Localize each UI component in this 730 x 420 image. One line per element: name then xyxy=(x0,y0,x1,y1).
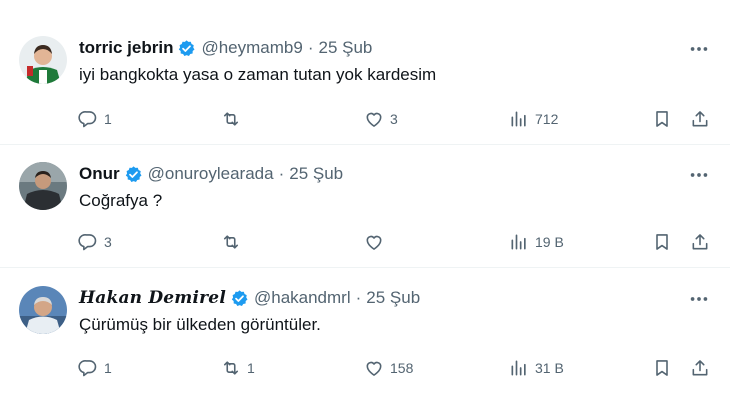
like-button[interactable] xyxy=(364,229,390,255)
views-count: 31 B xyxy=(535,360,564,376)
bookmark-button[interactable] xyxy=(652,229,672,255)
display-name[interactable]: Onur xyxy=(79,164,120,184)
like-count: 3 xyxy=(390,111,398,127)
tweet-header: Onur @onuroylearada · 25 Şub xyxy=(79,163,343,185)
like-icon xyxy=(366,361,382,376)
tweet-text: Çürümüş bir ülkeden görüntüler. xyxy=(79,315,321,334)
retweet-icon xyxy=(223,235,239,249)
retweet-button[interactable]: 1 xyxy=(221,355,255,381)
like-button[interactable]: 158 xyxy=(364,355,413,381)
share-icon xyxy=(692,360,708,376)
reply-button[interactable]: 1 xyxy=(78,106,112,132)
tweet-actions: 1 3 712 xyxy=(0,106,730,132)
views-button[interactable]: 31 B xyxy=(509,355,564,381)
tweet[interactable]: Onur @onuroylearada · 25 Şub Coğrafya ? … xyxy=(0,145,730,268)
like-icon xyxy=(366,112,382,127)
tweet-text: Coğrafya ? xyxy=(79,191,163,210)
tweet-date[interactable]: 25 Şub xyxy=(289,164,343,184)
share-icon xyxy=(692,234,708,250)
verified-badge-icon xyxy=(179,39,195,56)
reply-icon xyxy=(78,360,97,377)
more-icon[interactable] xyxy=(688,288,710,310)
retweet-button[interactable] xyxy=(221,106,247,132)
user-handle[interactable]: @hakandmrl xyxy=(254,288,351,308)
tweet-actions: 3 19 B xyxy=(0,229,730,255)
avatar[interactable] xyxy=(19,162,67,210)
retweet-count: 1 xyxy=(247,360,255,376)
avatar[interactable] xyxy=(19,36,67,84)
views-button[interactable]: 712 xyxy=(509,106,558,132)
reply-count: 3 xyxy=(104,234,112,250)
share-button[interactable] xyxy=(690,355,710,381)
like-icon xyxy=(366,235,382,250)
user-handle[interactable]: @heymamb9 xyxy=(201,38,302,58)
share-button[interactable] xyxy=(690,106,710,132)
bookmark-icon xyxy=(656,111,668,127)
bookmark-button[interactable] xyxy=(652,355,672,381)
reply-button[interactable]: 3 xyxy=(78,229,112,255)
tweet-actions: 1 1 158 31 B xyxy=(0,355,730,381)
user-handle[interactable]: @onuroylearada xyxy=(148,164,274,184)
like-button[interactable]: 3 xyxy=(364,106,398,132)
verified-badge-icon xyxy=(231,289,248,306)
views-icon xyxy=(511,234,526,250)
more-icon[interactable] xyxy=(688,164,710,186)
bookmark-icon xyxy=(656,234,668,250)
display-name[interactable]: torric jebrin xyxy=(79,38,173,58)
avatar[interactable] xyxy=(19,286,67,334)
more-icon[interactable] xyxy=(688,38,710,60)
views-button[interactable]: 19 B xyxy=(509,229,564,255)
reply-icon xyxy=(78,111,97,128)
retweet-icon xyxy=(223,112,239,126)
share-icon xyxy=(692,111,708,127)
views-icon xyxy=(511,111,526,127)
reply-icon xyxy=(78,234,97,251)
tweet[interactable]: torric jebrin @heymamb9 · 25 Şub iyi ban… xyxy=(0,0,730,145)
separator-dot: · xyxy=(278,164,285,183)
tweet-header: Hakan Demirel @hakandmrl · 25 Şub xyxy=(79,287,420,309)
tweet-header: torric jebrin @heymamb9 · 25 Şub xyxy=(79,37,372,59)
reply-count: 1 xyxy=(104,360,112,376)
display-name[interactable]: Hakan Demirel xyxy=(79,288,226,308)
reply-count: 1 xyxy=(104,111,112,127)
like-count: 158 xyxy=(390,360,414,376)
tweet-text: iyi bangkokta yasa o zaman tutan yok kar… xyxy=(79,65,437,84)
views-icon xyxy=(511,360,526,376)
retweet-button[interactable] xyxy=(221,229,247,255)
verified-badge-icon xyxy=(125,165,142,182)
tweet-date[interactable]: 25 Şub xyxy=(319,38,373,58)
tweet[interactable]: Hakan Demirel @hakandmrl · 25 Şub Çürümü… xyxy=(0,268,730,420)
share-button[interactable] xyxy=(690,229,710,255)
separator-dot: · xyxy=(307,38,314,57)
views-count: 19 B xyxy=(535,234,564,250)
reply-button[interactable]: 1 xyxy=(78,355,112,381)
views-count: 712 xyxy=(535,111,559,127)
bookmark-button[interactable] xyxy=(652,106,672,132)
tweet-date[interactable]: 25 Şub xyxy=(366,288,420,308)
separator-dot: · xyxy=(355,288,362,307)
bookmark-icon xyxy=(656,360,668,376)
retweet-icon xyxy=(223,361,239,375)
